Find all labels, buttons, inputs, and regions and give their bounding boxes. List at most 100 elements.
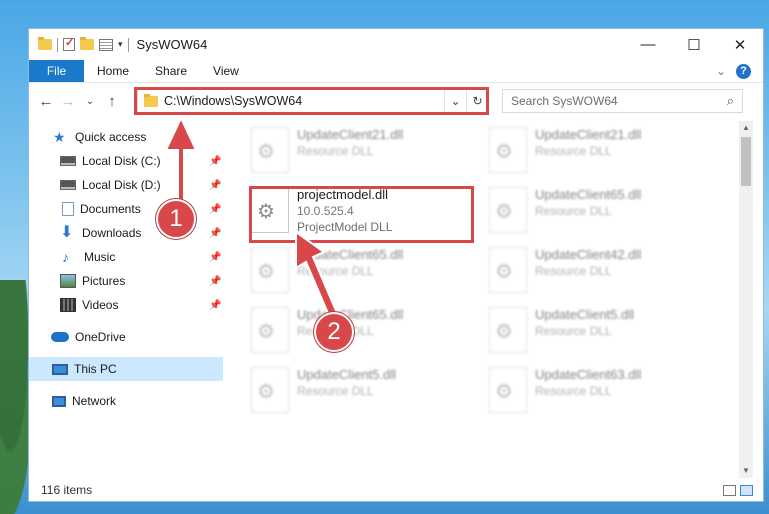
scroll-up-icon[interactable]: ▲: [739, 121, 753, 135]
help-icon[interactable]: ?: [736, 63, 751, 79]
file-description: Resource DLL: [297, 384, 374, 398]
file-item[interactable]: UpdateClient5.dll Resource DLL: [251, 367, 481, 423]
file-description: Resource DLL: [535, 264, 612, 278]
window-controls: — ☐ ✕: [625, 29, 763, 60]
computer-icon: [52, 363, 68, 375]
ribbon-right: ⌄ ?: [716, 60, 763, 82]
tab-share[interactable]: Share: [142, 60, 200, 82]
search-input[interactable]: Search SysWOW64: [511, 94, 618, 108]
forward-button[interactable]: →: [57, 93, 79, 110]
step-2-badge: 2: [314, 312, 354, 352]
tab-home[interactable]: Home: [84, 60, 142, 82]
details-view-icon[interactable]: [723, 484, 736, 496]
toolbar-separator: [127, 37, 129, 52]
search-icon[interactable]: ⌕: [727, 93, 734, 109]
pin-icon[interactable]: 📌: [209, 180, 221, 191]
checkmark-icon[interactable]: [63, 36, 75, 51]
recent-locations-button[interactable]: ⌄: [79, 96, 101, 107]
file-description: Resource DLL: [535, 204, 612, 218]
file-list: UpdateClient21.dll Resource DLL UpdateCli…: [227, 121, 737, 481]
dll-file-icon: [251, 307, 289, 353]
pin-icon[interactable]: 📌: [209, 276, 221, 287]
file-item[interactable]: UpdateClient5.dll Resource DLL: [489, 307, 719, 363]
file-explorer-window: ▾ SysWOW64 — ☐ ✕ File Home Share View ⌄ …: [28, 28, 764, 502]
sidebar-item-local-disk-c[interactable]: Local Disk (C:) 📌: [29, 149, 223, 173]
sidebar-item-this-pc[interactable]: This PC: [29, 357, 223, 381]
dll-file-icon: [251, 187, 289, 233]
navigation-pane: ★ Quick access Local Disk (C:) 📌 Local D…: [29, 125, 223, 465]
folder-icon[interactable]: [38, 37, 52, 50]
sidebar-item-local-disk-d[interactable]: Local Disk (D:) 📌: [29, 173, 223, 197]
file-name: UpdateClient5.dll: [297, 367, 397, 382]
scroll-down-icon[interactable]: ▼: [739, 464, 753, 478]
file-item[interactable]: UpdateClient65.dll Resource DLL: [489, 187, 719, 243]
minimize-button[interactable]: —: [625, 29, 671, 60]
file-name: UpdateClient21.dll: [535, 127, 642, 142]
dll-file-icon: [489, 187, 527, 233]
star-icon: ★: [53, 129, 66, 145]
properties-icon[interactable]: [99, 38, 113, 51]
dll-file-icon: [489, 367, 527, 413]
file-name: projectmodel.dll: [297, 187, 389, 202]
ribbon-tabs: File Home Share View ⌄ ?: [29, 60, 763, 83]
sidebar-item-label: Downloads: [82, 226, 142, 240]
dll-file-icon: [251, 247, 289, 293]
file-description: Resource DLL: [297, 144, 374, 158]
quick-access-toolbar: ▾: [29, 36, 129, 52]
documents-icon: [62, 202, 74, 216]
file-item[interactable]: UpdateClient65.dllResource DLL: [251, 247, 481, 303]
up-button[interactable]: ↑: [101, 93, 123, 110]
scrollbar-thumb[interactable]: [741, 137, 751, 186]
expand-ribbon-icon[interactable]: ⌄: [716, 64, 726, 78]
sidebar-item-pictures[interactable]: Pictures 📌: [29, 269, 223, 293]
sidebar-item-onedrive[interactable]: OneDrive: [29, 325, 223, 349]
tab-view[interactable]: View: [200, 60, 252, 82]
sidebar-item-label: Network: [72, 394, 117, 408]
pin-icon[interactable]: 📌: [209, 228, 221, 239]
chevron-down-icon[interactable]: ▾: [118, 39, 123, 50]
pin-icon[interactable]: 📌: [209, 300, 221, 311]
file-item[interactable]: UpdateClient21.dll Resource DLL: [251, 127, 481, 183]
file-item[interactable]: UpdateClient65.dllResource DLL: [251, 307, 481, 363]
pin-icon[interactable]: 📌: [209, 156, 221, 167]
sidebar-item-label: Music: [84, 250, 116, 264]
title-bar: ▾ SysWOW64 — ☐ ✕: [29, 29, 763, 60]
dll-file-icon: [489, 127, 527, 173]
file-item[interactable]: UpdateClient63.dll Resource DLL: [489, 367, 719, 423]
file-name: UpdateClient65.dll: [297, 247, 404, 262]
close-button[interactable]: ✕: [717, 29, 763, 60]
pin-icon[interactable]: 📌: [209, 252, 221, 263]
file-item[interactable]: UpdateClient21.dll Resource DLL: [489, 127, 719, 183]
file-version: 10.0.525.4: [297, 204, 354, 218]
back-button[interactable]: ←: [35, 93, 57, 110]
sidebar-item-videos[interactable]: Videos 📌: [29, 293, 223, 317]
network-icon: [52, 395, 66, 407]
address-path[interactable]: C:\Windows\SysWOW64: [164, 94, 302, 108]
new-folder-icon[interactable]: [80, 37, 94, 50]
pin-icon[interactable]: 📌: [209, 204, 221, 215]
file-name: UpdateClient65.dll: [535, 187, 642, 202]
tiles-view-icon[interactable]: [740, 484, 753, 496]
pictures-icon: [60, 274, 76, 288]
address-bar[interactable]: C:\Windows\SysWOW64 ⌄ ↻: [137, 89, 489, 113]
dll-file-icon: [489, 307, 527, 353]
file-item[interactable]: UpdateClient42.dll Resource DLL: [489, 247, 719, 303]
sidebar-item-quick-access[interactable]: ★ Quick access: [29, 125, 223, 149]
tab-file[interactable]: File: [29, 60, 84, 82]
dll-file-icon: [251, 127, 289, 173]
search-box[interactable]: Search SysWOW64 ⌕: [502, 89, 743, 113]
file-description: ProjectModel DLL: [297, 220, 393, 234]
sidebar-item-label: Local Disk (C:): [82, 154, 161, 168]
vertical-scrollbar[interactable]: ▲ ▼: [739, 121, 753, 478]
sidebar-item-network[interactable]: Network: [29, 389, 223, 413]
refresh-button[interactable]: ↻: [466, 90, 488, 112]
sidebar-item-music[interactable]: ♪ Music 📌: [29, 245, 223, 269]
address-dropdown-button[interactable]: ⌄: [444, 90, 466, 112]
file-item-projectmodel[interactable]: projectmodel.dll 10.0.525.4 ProjectModel D…: [251, 187, 481, 243]
sidebar-item-label: Videos: [82, 298, 119, 312]
folder-icon: [144, 93, 158, 107]
item-count: 116 items: [41, 483, 93, 497]
sidebar-item-label: OneDrive: [75, 330, 126, 344]
toolbar-separator: [57, 37, 58, 52]
maximize-button[interactable]: ☐: [671, 29, 717, 60]
